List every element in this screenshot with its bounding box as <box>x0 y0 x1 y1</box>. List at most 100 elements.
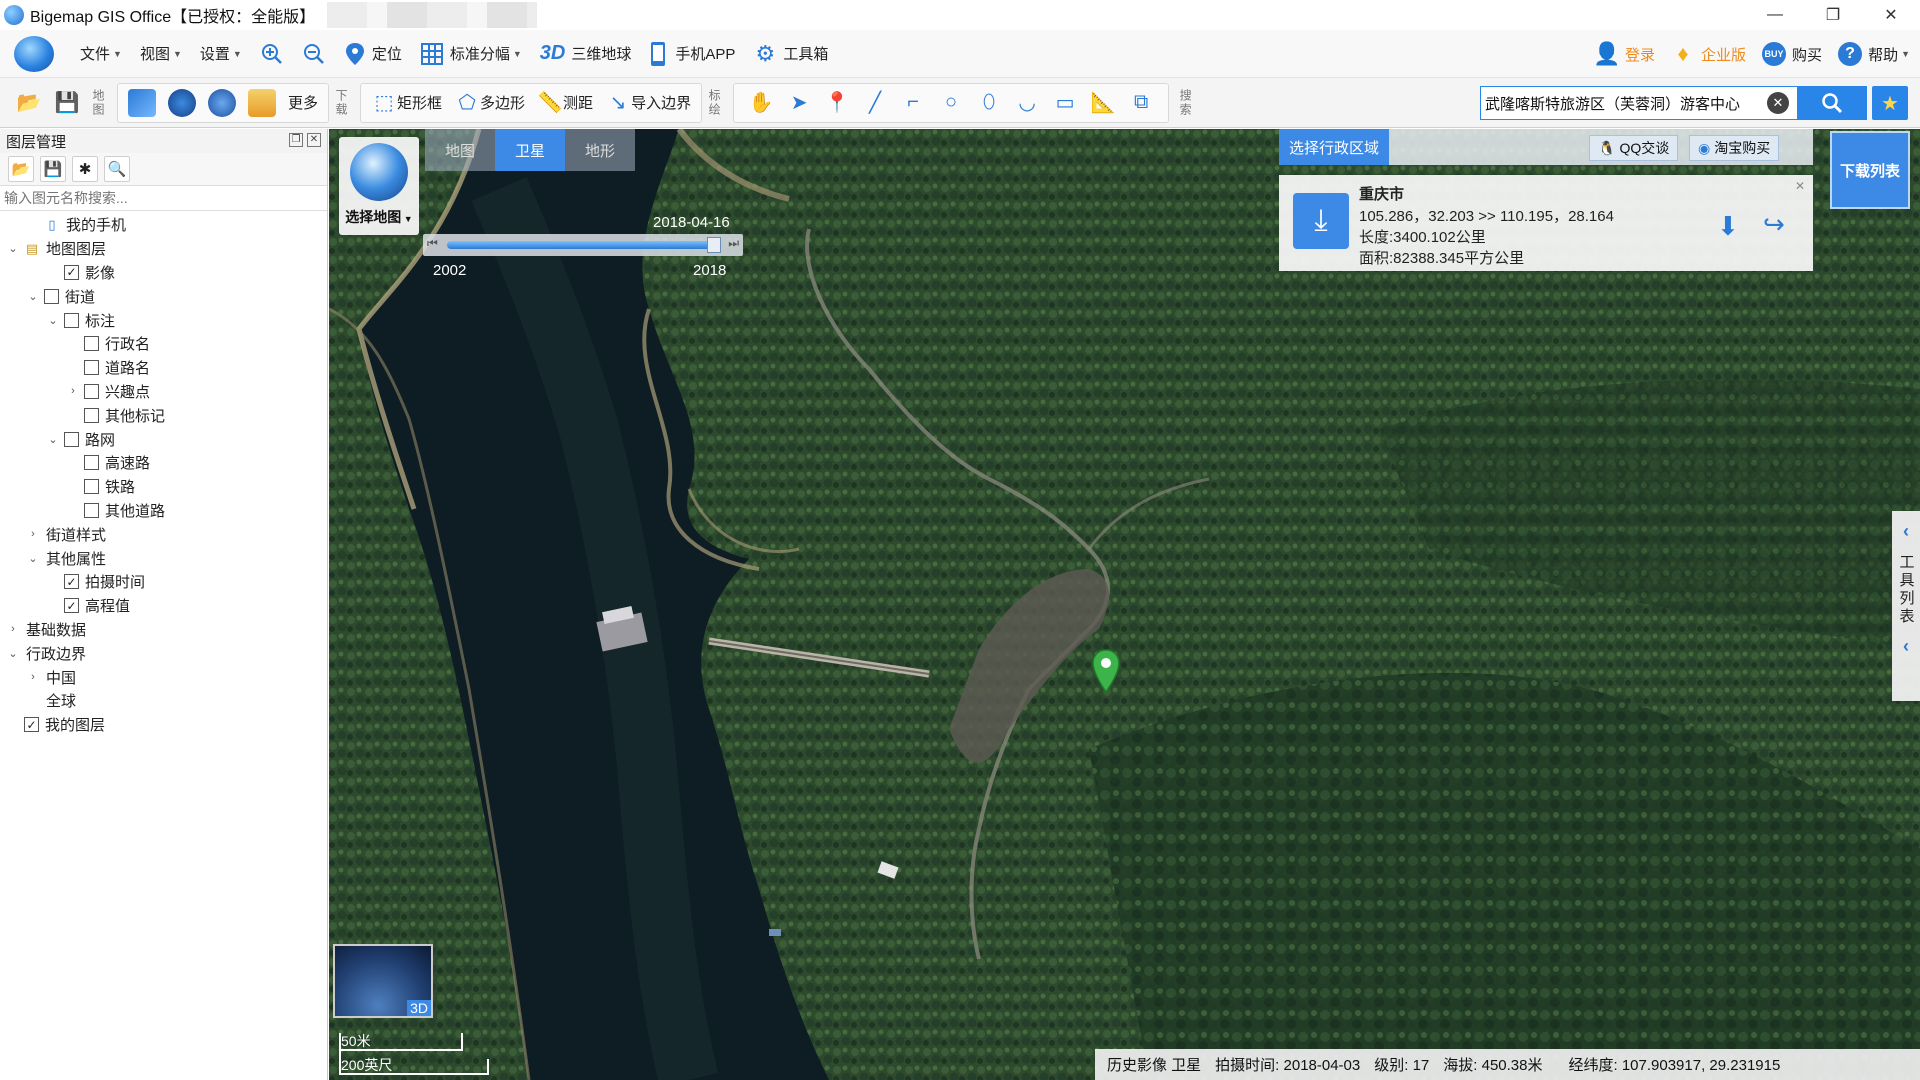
layer-checkbox[interactable] <box>84 502 99 518</box>
favorite-button[interactable]: ★ <box>1872 86 1908 120</box>
layer-tree-item[interactable]: › 基础数据 <box>0 618 327 642</box>
tab-satellite[interactable]: 卫星 <box>495 129 565 171</box>
chevron-left-icon[interactable]: ‹ <box>1903 636 1909 657</box>
layer-checkbox[interactable] <box>84 455 99 471</box>
layer-tree-item[interactable]: ✓ 我的图层 <box>0 713 327 737</box>
close-window-button[interactable]: ✕ <box>1862 0 1920 30</box>
globe-3d-button[interactable]: 3D 三维地球 <box>540 42 632 65</box>
layer-tree-item[interactable]: ✓ 拍摄时间 <box>0 570 327 594</box>
minimize-button[interactable]: — <box>1746 0 1804 30</box>
map-source-3-icon[interactable] <box>208 88 236 117</box>
map-pin-icon[interactable] <box>1091 649 1121 693</box>
rectangle-button[interactable]: ⬚ 矩形框 <box>365 85 448 121</box>
layer-tree-item[interactable]: 行政名 <box>0 332 327 356</box>
save-layer-icon[interactable]: 💾 <box>40 156 66 182</box>
slider-next-icon[interactable]: ⏭ <box>728 236 739 251</box>
layer-settings-icon[interactable]: ✱ <box>72 156 98 182</box>
tab-map[interactable]: 地图 <box>425 129 495 171</box>
layer-checkbox[interactable]: ✓ <box>64 264 79 280</box>
download-list-button[interactable]: 下载列表 <box>1830 131 1910 209</box>
login-button[interactable]: 👤 登录 <box>1593 41 1655 66</box>
marker-tool[interactable]: 📍 <box>818 85 856 121</box>
polygon-button[interactable]: ⬠ 多边形 <box>448 85 531 121</box>
locate-button[interactable]: 定位 <box>344 42 402 66</box>
map-source-2-icon[interactable] <box>168 88 196 117</box>
mobile-app-button[interactable]: 手机APP <box>649 41 735 67</box>
qq-chat-button[interactable]: 🐧 QQ交谈 <box>1589 135 1679 161</box>
taobao-buy-button[interactable]: ◉ 淘宝购买 <box>1689 135 1780 161</box>
layer-checkbox[interactable]: ✓ <box>64 574 79 590</box>
ellipse-tool[interactable]: ⬯ <box>970 85 1008 121</box>
layer-search-input[interactable] <box>0 185 327 211</box>
layer-tree-item[interactable]: ⌄ 标注 <box>0 308 327 332</box>
polyline-tool[interactable]: ⌐ <box>894 85 932 121</box>
slider-track[interactable]: ⏮ ⏭ <box>423 234 743 256</box>
clear-search-icon[interactable]: ✕ <box>1767 92 1789 114</box>
select-region-button[interactable]: 选择行政区域 <box>1279 129 1390 165</box>
select-tool[interactable]: ➤ <box>780 85 818 121</box>
layer-checkbox[interactable] <box>84 383 99 399</box>
layer-tree-item[interactable]: 高速路 <box>0 451 327 475</box>
menu-view[interactable]: 视图 ▼ <box>140 43 182 64</box>
circle-tool[interactable]: ○ <box>932 85 970 121</box>
download-icon[interactable]: ⬇ <box>1717 211 1739 242</box>
layer-tree-item[interactable]: ⌄ 街道 <box>0 284 327 308</box>
share-icon[interactable]: ↪ <box>1763 209 1785 240</box>
measure-tool[interactable]: 📐 <box>1084 85 1122 121</box>
layer-tree-item[interactable]: ⌄ 其他属性 <box>0 546 327 570</box>
side-tool-panel[interactable]: ‹ 工具列表 ‹ <box>1892 511 1920 701</box>
layer-tree-item[interactable]: ✓ 影像 <box>0 261 327 285</box>
expand-chevron-icon[interactable]: ⌄ <box>26 552 40 565</box>
layer-checkbox[interactable] <box>64 431 79 447</box>
layer-tree-item[interactable]: 其他道路 <box>0 499 327 523</box>
layer-checkbox[interactable] <box>84 360 99 376</box>
buy-button[interactable]: BUY 购买 <box>1762 42 1822 66</box>
more-button[interactable]: 更多 <box>282 85 324 121</box>
layer-tree-item[interactable]: ⌄ 路网 <box>0 427 327 451</box>
download-box-icon[interactable]: ⤓ <box>1293 193 1349 249</box>
collapse-chevron-icon[interactable]: › <box>6 623 20 635</box>
restore-button[interactable]: ❐ <box>1804 0 1862 30</box>
slider-prev-icon[interactable]: ⏮ <box>427 236 438 251</box>
map-view[interactable]: 选择地图 ▼ 地图 卫星 地形 2018-04-16 ⏮ ⏭ 2002 2018… <box>329 129 1920 1080</box>
layer-tree-item[interactable]: › 兴趣点 <box>0 380 327 404</box>
chevron-left-icon[interactable]: ‹ <box>1903 521 1909 542</box>
layer-tree-item[interactable]: › 中国 <box>0 665 327 689</box>
import-boundary-button[interactable]: ↘ 导入边界 <box>599 85 697 121</box>
standard-sheet-menu[interactable]: 标准分幅 ▼ <box>420 42 522 66</box>
layer-tree-item[interactable]: 铁路 <box>0 475 327 499</box>
expand-chevron-icon[interactable]: ⌄ <box>46 433 60 446</box>
toolbox-button[interactable]: ⚙ 工具箱 <box>753 41 829 66</box>
layer-tree-item[interactable]: › 街道样式 <box>0 522 327 546</box>
layer-tree-item[interactable]: ✓ 高程值 <box>0 594 327 618</box>
layer-tree-item[interactable]: ⌄ 行政边界 <box>0 641 327 665</box>
layer-checkbox[interactable] <box>84 479 99 495</box>
layer-checkbox[interactable] <box>84 407 99 423</box>
open-layer-icon[interactable]: 📂 <box>8 156 34 182</box>
menu-settings[interactable]: 设置 ▼ <box>200 43 242 64</box>
layer-checkbox[interactable] <box>64 312 79 328</box>
pan-tool[interactable]: ✋ <box>742 85 780 121</box>
curve-tool[interactable]: ◡ <box>1008 85 1046 121</box>
collapse-chevron-icon[interactable]: › <box>26 671 40 683</box>
collapse-chevron-icon[interactable]: › <box>26 528 40 540</box>
expand-chevron-icon[interactable]: ⌄ <box>46 314 60 327</box>
zoom-in-button[interactable] <box>260 42 284 66</box>
layer-checkbox[interactable] <box>84 336 99 352</box>
search-button[interactable] <box>1797 86 1867 120</box>
open-file-button[interactable]: 📂 <box>10 85 48 121</box>
tab-terrain[interactable]: 地形 <box>565 129 635 171</box>
menu-file[interactable]: 文件 ▼ <box>80 43 122 64</box>
collapse-chevron-icon[interactable]: › <box>66 385 80 397</box>
search-input[interactable] <box>1481 88 1767 118</box>
bigemap-logo-icon[interactable] <box>14 35 54 72</box>
slider-thumb[interactable] <box>707 237 721 253</box>
zoom-out-button[interactable] <box>302 42 326 66</box>
close-icon[interactable]: ✕ <box>1795 179 1805 193</box>
layer-search-icon[interactable]: 🔍 <box>104 156 130 182</box>
expand-chevron-icon[interactable]: ⌄ <box>6 647 20 660</box>
map-source-4-icon[interactable] <box>248 88 276 117</box>
line-tool[interactable]: ╱ <box>856 85 894 121</box>
layer-tree-item[interactable]: 全球 <box>0 689 327 713</box>
layer-checkbox[interactable]: ✓ <box>24 717 39 733</box>
